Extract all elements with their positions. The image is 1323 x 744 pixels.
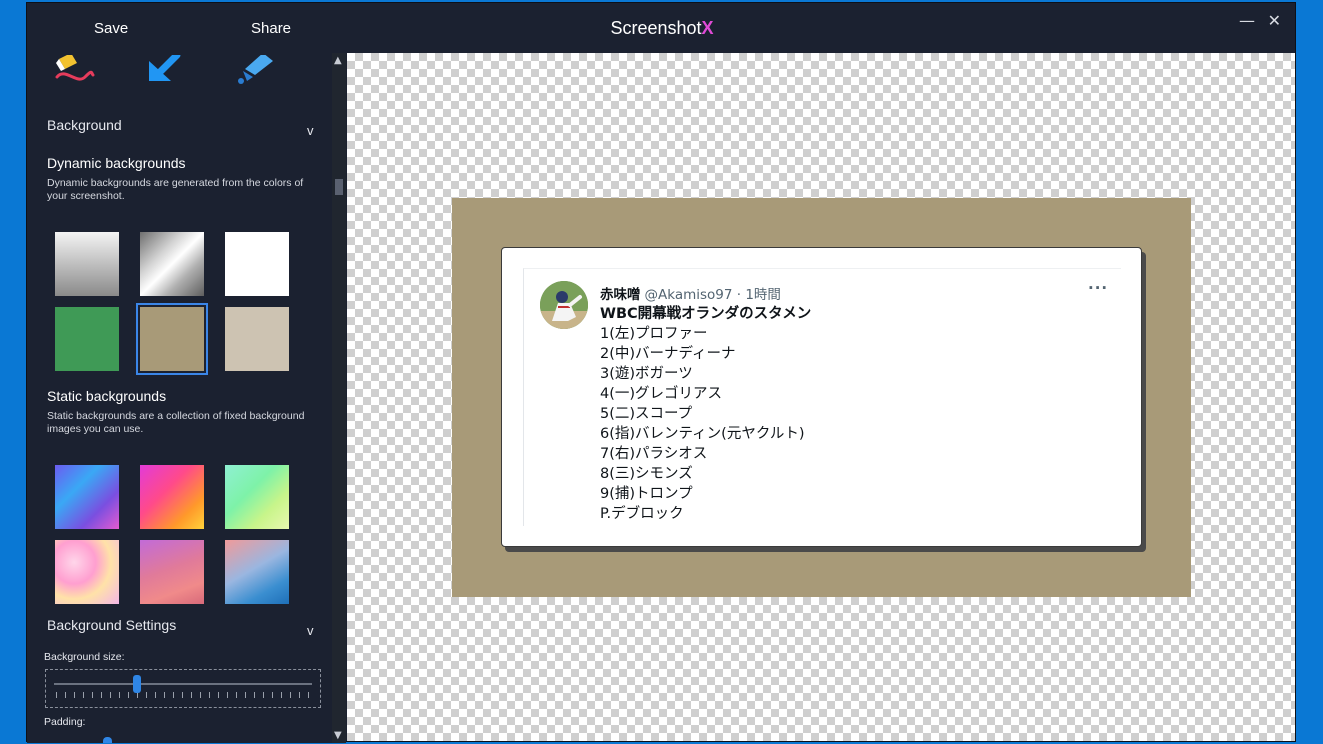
static-swatch-pink-bokeh[interactable] — [55, 540, 119, 604]
background-frame: 赤味噌 @Akamiso97 · 1時間 ··· WBC開幕戦オランダのスタメン … — [452, 198, 1191, 597]
background-settings-chevron[interactable]: v — [307, 623, 314, 638]
tweet-line: 5(二)スコープ — [600, 406, 693, 422]
slider-track — [54, 683, 312, 685]
app-window: Save Share ScreenshotX — ✕ Background v … — [26, 2, 1296, 743]
dynamic-swatch-gray-gradient[interactable] — [55, 232, 119, 296]
slider-thumb[interactable] — [133, 675, 141, 693]
arrow-tool-icon[interactable] — [143, 55, 187, 85]
dynamic-backgrounds-title: Dynamic backgrounds — [47, 155, 186, 171]
tweet-line: 9(捕)トロンプ — [600, 486, 693, 502]
dynamic-swatch-beige[interactable] — [225, 307, 289, 371]
dynamic-swatch-white[interactable] — [225, 232, 289, 296]
minimize-button[interactable]: — — [1239, 11, 1255, 30]
static-swatch-rose[interactable] — [140, 540, 204, 604]
tweet-line: 7(右)パラシオス — [600, 446, 708, 462]
scroll-up-arrow-icon[interactable]: ▲ — [334, 55, 342, 66]
background-settings-title: Background Settings — [47, 617, 177, 633]
dynamic-swatch-tan[interactable] — [136, 303, 208, 375]
tweet-line: P.デブロック — [600, 506, 684, 522]
background-section-chevron[interactable]: v — [307, 123, 314, 138]
scroll-thumb[interactable] — [335, 179, 343, 195]
dynamic-swatch-green[interactable] — [55, 307, 119, 371]
tweet-handle-time: @Akamiso97 · 1時間 — [644, 287, 781, 303]
background-size-label: Background size: — [44, 651, 125, 663]
sidebar-scrollbar[interactable]: ▲ ▼ — [332, 53, 346, 743]
static-backgrounds-title: Static backgrounds — [47, 388, 167, 404]
fill-tool-icon[interactable] — [233, 55, 277, 85]
slider-ticks — [56, 692, 310, 698]
app-title-text: Screenshot — [610, 18, 702, 38]
preview-canvas: 赤味噌 @Akamiso97 · 1時間 ··· WBC開幕戦オランダのスタメン … — [347, 53, 1295, 741]
tweet-line: 1(左)プロファー — [600, 326, 708, 342]
tweet-line: WBC開幕戦オランダのスタメン — [600, 306, 812, 322]
padding-slider-thumb[interactable] — [103, 737, 112, 743]
tweet-line: 6(指)バレンティン(元ヤクルト) — [600, 426, 805, 442]
tweet-author-name: 赤味噌 — [600, 287, 641, 303]
padding-label: Padding: — [44, 716, 86, 728]
screenshot-card[interactable]: 赤味噌 @Akamiso97 · 1時間 ··· WBC開幕戦オランダのスタメン … — [501, 247, 1142, 547]
background-section-title: Background — [47, 117, 122, 133]
static-backgrounds-desc: Static backgrounds are a collection of f… — [47, 410, 305, 435]
static-swatch-pink-blue[interactable] — [225, 540, 289, 604]
tweet-line: 2(中)バーナディーナ — [600, 346, 736, 362]
static-swatch-blue-purple[interactable] — [55, 465, 119, 529]
static-swatch-magenta-orange[interactable] — [140, 465, 204, 529]
app-title-x-logo: X — [701, 18, 714, 38]
more-options-icon[interactable]: ··· — [1088, 279, 1108, 297]
dynamic-backgrounds-desc: Dynamic backgrounds are generated from t… — [47, 177, 304, 202]
tweet-header: 赤味噌 @Akamiso97 · 1時間 — [600, 283, 781, 303]
avatar — [540, 281, 588, 329]
app-title: ScreenshotX — [27, 18, 1297, 39]
tweet-line: 3(遊)ボガーツ — [600, 366, 693, 382]
background-size-slider[interactable] — [45, 669, 321, 708]
tweet-line: 4(一)グレゴリアス — [600, 386, 723, 402]
close-button[interactable]: ✕ — [1268, 11, 1281, 30]
title-bar: Save Share ScreenshotX — ✕ — [27, 3, 1295, 53]
static-swatch-mint[interactable] — [225, 465, 289, 529]
dynamic-swatch-silver[interactable] — [140, 232, 204, 296]
sidebar-panel: Background v Dynamic backgrounds Dynamic… — [27, 53, 332, 743]
scroll-down-arrow-icon[interactable]: ▼ — [334, 730, 342, 741]
annotate-pen-icon[interactable] — [51, 55, 95, 85]
tweet-line: 8(三)シモンズ — [600, 466, 693, 482]
tweet-body: WBC開幕戦オランダのスタメン 1(左)プロファー 2(中)バーナディーナ 3(… — [600, 304, 811, 524]
tweet-content: 赤味噌 @Akamiso97 · 1時間 ··· WBC開幕戦オランダのスタメン … — [523, 268, 1121, 526]
